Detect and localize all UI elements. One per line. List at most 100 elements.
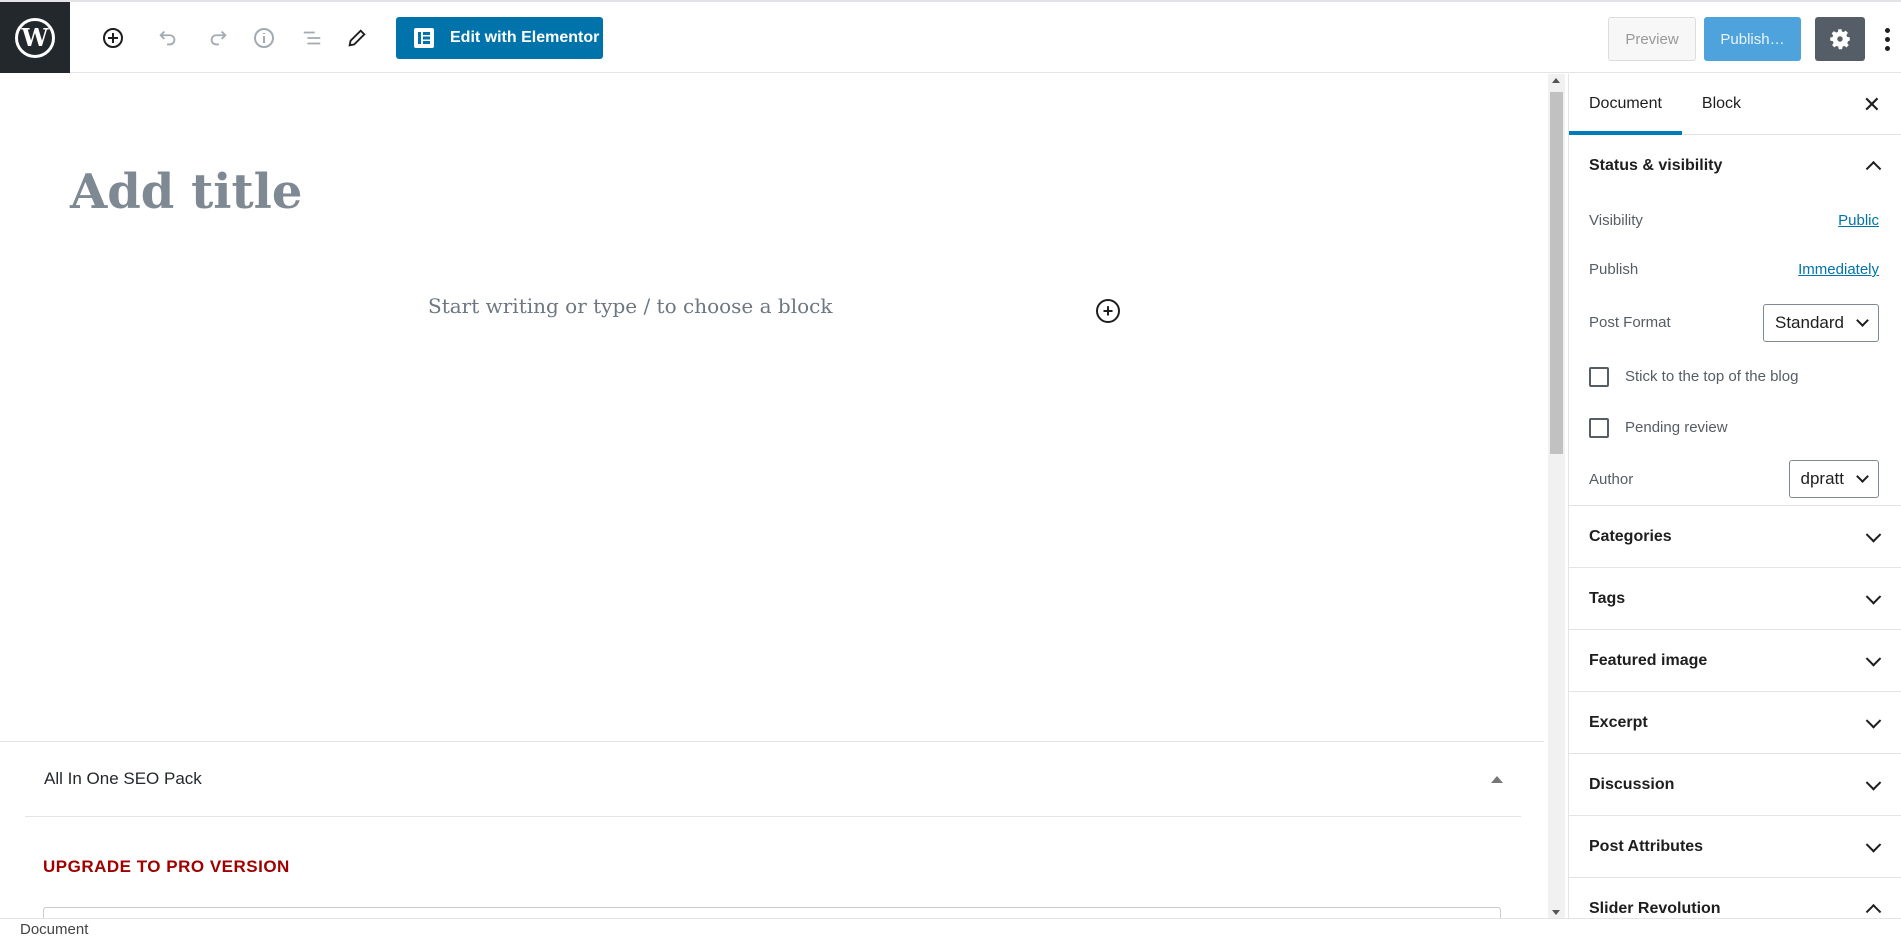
sticky-row: Stick to the top of the blog — [1569, 351, 1901, 402]
preview-button[interactable]: Preview — [1608, 17, 1696, 61]
panel-discussion[interactable]: Discussion — [1569, 754, 1901, 816]
chevron-down-icon — [1865, 588, 1882, 605]
chevron-down-icon — [1865, 712, 1882, 729]
author-row: Author dpratt — [1569, 453, 1901, 505]
collapse-triangle-icon[interactable] — [1491, 776, 1503, 783]
undo-icon — [159, 30, 176, 46]
pending-row: Pending review — [1569, 402, 1901, 453]
author-value: dpratt — [1800, 469, 1844, 488]
seo-panel-header[interactable]: All In One SEO Pack — [25, 742, 1521, 817]
settings-button[interactable] — [1815, 17, 1865, 61]
panel-discussion-header[interactable]: Discussion — [1569, 754, 1901, 815]
panel-title: Excerpt — [1589, 713, 1648, 731]
panel-status-visibility: Status & visibility Visibility Public Pu… — [1569, 135, 1901, 506]
post-format-label: Post Format — [1589, 314, 1671, 331]
redo-icon — [210, 30, 227, 46]
panel-title: Status & visibility — [1589, 156, 1723, 174]
sticky-label[interactable]: Stick to the top of the blog — [1625, 368, 1798, 385]
info-icon — [254, 28, 274, 48]
chevron-down-icon — [1856, 470, 1869, 483]
panel-categories-header[interactable]: Categories — [1569, 506, 1901, 567]
undo-button[interactable] — [152, 22, 184, 54]
edit-icon — [348, 29, 366, 47]
post-title-input[interactable]: Add title — [70, 164, 302, 220]
sticky-checkbox[interactable] — [1589, 366, 1609, 387]
post-format-value: Standard — [1775, 312, 1844, 332]
author-select[interactable]: dpratt — [1788, 460, 1879, 498]
redo-button[interactable] — [202, 22, 234, 54]
chevron-down-icon — [1865, 774, 1882, 791]
panel-title: Discussion — [1589, 775, 1675, 793]
publish-button[interactable]: Publish… — [1704, 17, 1801, 61]
editor-header: W Edit with Elementor Preview Publish… — [0, 0, 1901, 73]
dot — [1884, 36, 1890, 42]
editor-scrollbar[interactable] — [1548, 74, 1565, 919]
publish-label: Publish… — [1720, 30, 1785, 48]
panel-title: Post Attributes — [1589, 837, 1704, 855]
preview-label: Preview — [1625, 30, 1679, 48]
panel-title: Tags — [1589, 589, 1626, 607]
panel-excerpt-header[interactable]: Excerpt — [1569, 692, 1901, 753]
breadcrumb-document[interactable]: Document — [20, 921, 88, 938]
publish-label: Publish — [1589, 261, 1639, 278]
tab-block[interactable]: Block — [1682, 74, 1761, 135]
info-button[interactable] — [248, 22, 280, 54]
more-options-button[interactable] — [1878, 22, 1896, 56]
gear-icon — [1830, 29, 1850, 50]
post-format-row: Post Format Standard — [1569, 294, 1901, 351]
pending-review-label[interactable]: Pending review — [1625, 419, 1728, 436]
visibility-link[interactable]: Public — [1838, 212, 1879, 229]
panel-featured-image-header[interactable]: Featured image — [1569, 630, 1901, 691]
panel-excerpt[interactable]: Excerpt — [1569, 692, 1901, 754]
scroll-down-icon[interactable] — [1552, 910, 1560, 915]
panel-title: Categories — [1589, 527, 1672, 545]
inline-add-block-icon[interactable]: + — [1096, 299, 1120, 323]
upgrade-pro-link[interactable]: UPGRADE TO PRO VERSION — [43, 857, 290, 877]
scroll-up-icon[interactable] — [1552, 78, 1560, 83]
chevron-down-icon — [1865, 650, 1882, 667]
visibility-row: Visibility Public — [1569, 196, 1901, 245]
more-options-icon — [1884, 27, 1890, 33]
panel-tags[interactable]: Tags — [1569, 568, 1901, 630]
block-breadcrumb: Document — [0, 918, 1901, 939]
add-block-button[interactable] — [97, 22, 129, 54]
panel-status-visibility-header[interactable]: Status & visibility — [1569, 135, 1901, 196]
pending-review-checkbox[interactable] — [1589, 417, 1609, 438]
meta-boxes-area: All In One SEO Pack UPGRADE TO PRO VERSI… — [0, 741, 1544, 939]
scrollbar-thumb[interactable] — [1550, 92, 1563, 454]
wordpress-logo-icon: W — [15, 17, 55, 58]
chevron-down-icon — [1856, 313, 1869, 327]
visibility-label: Visibility — [1589, 212, 1643, 229]
panel-categories[interactable]: Categories — [1569, 506, 1901, 568]
tab-document[interactable]: Document — [1569, 74, 1682, 135]
settings-sidebar: Document Block ✕ Status & visibility Vis… — [1568, 74, 1901, 939]
author-label: Author — [1589, 470, 1634, 488]
edit-with-elementor-label: Edit with Elementor — [450, 29, 600, 46]
editor-canvas: Add title Start writing or type / to cho… — [0, 74, 1548, 939]
publish-row: Publish Immediately — [1569, 245, 1901, 294]
panel-post-attributes-header[interactable]: Post Attributes — [1569, 816, 1901, 877]
block-editor-app: W Edit with Elementor Preview Publish… A… — [0, 0, 1901, 939]
default-block-appender[interactable]: Start writing or type / to choose a bloc… — [428, 294, 832, 318]
seo-panel-title: All In One SEO Pack — [44, 769, 202, 788]
sidebar-tabs: Document Block ✕ — [1569, 74, 1901, 135]
wordpress-logo-button[interactable]: W — [0, 2, 70, 73]
outline-button[interactable] — [296, 22, 328, 54]
panel-post-attributes[interactable]: Post Attributes — [1569, 816, 1901, 878]
chevron-up-icon — [1865, 903, 1882, 920]
chevron-up-icon — [1865, 160, 1882, 177]
post-format-select[interactable]: Standard — [1763, 303, 1879, 342]
close-icon[interactable]: ✕ — [1863, 92, 1881, 118]
edit-with-elementor-button[interactable]: Edit with Elementor — [396, 17, 603, 59]
panel-featured-image[interactable]: Featured image — [1569, 630, 1901, 692]
tools-button[interactable] — [341, 22, 373, 54]
outline-icon — [303, 31, 321, 45]
publish-date-link[interactable]: Immediately — [1798, 261, 1879, 278]
chevron-down-icon — [1865, 836, 1882, 853]
panel-tags-header[interactable]: Tags — [1569, 568, 1901, 629]
panel-title: Slider Revolution — [1589, 899, 1721, 917]
chevron-down-icon — [1865, 526, 1882, 543]
dot — [1884, 45, 1890, 51]
panel-title: Featured image — [1589, 651, 1708, 669]
elementor-icon — [414, 28, 434, 48]
